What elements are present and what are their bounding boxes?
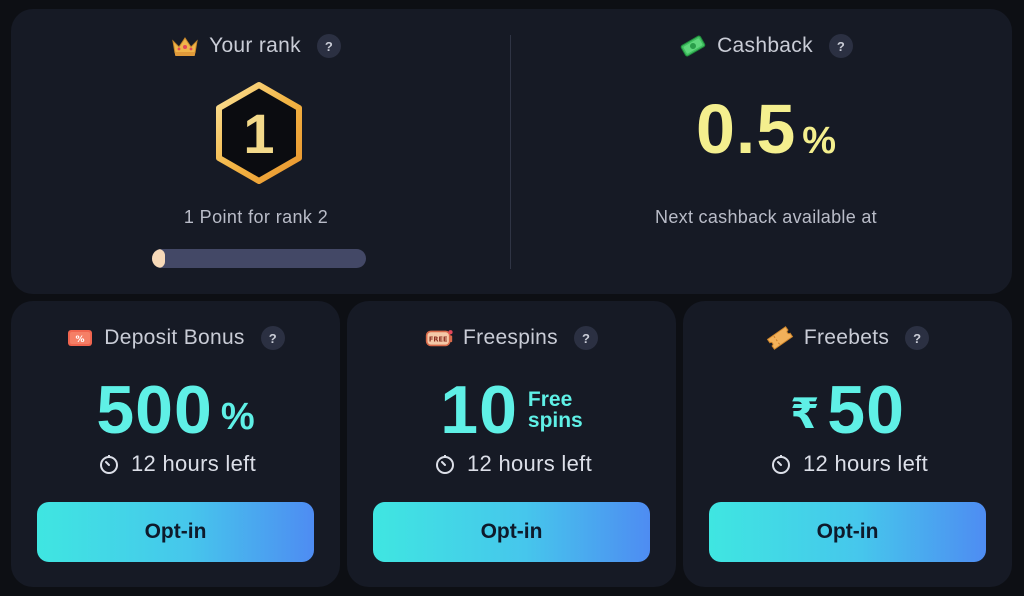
deposit-bonus-header: % Deposit Bonus ? [11, 323, 340, 353]
cashback-unit: % [802, 120, 837, 162]
freespins-amount: 10 Free spins [347, 371, 676, 449]
deposit-bonus-timer-text: 12 hours left [131, 451, 256, 476]
freebets-timer-text: 12 hours left [803, 451, 928, 476]
deposit-bonus-help-icon[interactable]: ? [260, 326, 285, 350]
rank-header: Your rank ? [11, 31, 501, 61]
deposit-bonus-optin-button[interactable]: Opt-in [37, 502, 314, 562]
cash-icon [679, 34, 707, 58]
timer-icon [95, 452, 123, 476]
free-slot-icon: FREE [425, 326, 453, 350]
rank-progress-fill [152, 249, 165, 268]
freespins-label: Freespins [463, 326, 558, 349]
crown-icon [171, 34, 199, 58]
rank-value: 1 [243, 101, 275, 165]
rank-next-text: 1 Point for rank 2 [183, 207, 329, 227]
deposit-bonus-timer: 12 hours left [11, 451, 340, 477]
cashback-header: Cashback ? [521, 31, 1011, 61]
freespins-value: 10 [440, 372, 518, 448]
rank-label: Your rank [209, 34, 301, 57]
freespins-help-icon[interactable]: ? [573, 326, 598, 350]
cashback-next-text: Next cashback available at [655, 207, 877, 227]
deposit-bonus-card: % Deposit Bonus ? 500 % 12 hours left Op… [11, 301, 340, 587]
freespins-card: FREE Freespins ? 10 Free spins 12 hours … [347, 301, 676, 587]
deposit-bonus-amount: 500 % [11, 371, 340, 449]
timer-icon [431, 452, 459, 476]
freebets-card: Freebets ? ₹ 50 12 hours left Opt-in [683, 301, 1012, 587]
rank-progress-bar [152, 249, 366, 268]
cashback-number: 0.5 [695, 90, 797, 168]
freebets-timer: 12 hours left [683, 451, 1012, 477]
cashback-value: 0.5% [521, 89, 1011, 169]
freespins-sub-line1: Free [527, 388, 573, 411]
freebets-value: 50 [827, 372, 905, 448]
freebets-amount: ₹ 50 [683, 371, 1012, 449]
deposit-bonus-unit: % [220, 395, 255, 438]
timer-icon [767, 452, 795, 476]
ticket-icon [766, 326, 794, 350]
deposit-bonus-value: 500 [96, 372, 213, 448]
rank-help-icon[interactable]: ? [316, 34, 341, 58]
cashback-section: Cashback ? 0.5% Next cashback available … [521, 9, 1011, 294]
freebets-header: Freebets ? [683, 323, 1012, 353]
freebets-optin-button[interactable]: Opt-in [709, 502, 986, 562]
deposit-coupon-icon: % [66, 326, 94, 350]
freespins-timer-text: 12 hours left [467, 451, 592, 476]
freespins-header: FREE Freespins ? [347, 323, 676, 353]
freespins-sub-line2: spins [527, 409, 583, 432]
rank-section: Your rank ? 1 1 Point for rank 2 [11, 9, 501, 294]
freespins-optin-button[interactable]: Opt-in [373, 502, 650, 562]
svg-text:%: % [76, 335, 85, 345]
cashback-help-icon[interactable]: ? [828, 34, 853, 58]
rank-cashback-panel: Your rank ? 1 1 Point for rank 2 Cashbac… [11, 9, 1012, 294]
deposit-bonus-label: Deposit Bonus [104, 326, 245, 349]
section-divider [510, 35, 511, 269]
freebets-help-icon[interactable]: ? [905, 326, 930, 350]
freebets-currency: ₹ [790, 389, 820, 437]
cashback-label: Cashback [717, 34, 813, 57]
freespins-timer: 12 hours left [347, 451, 676, 477]
freebets-label: Freebets [803, 326, 890, 349]
freespins-sub: Free spins [528, 389, 583, 431]
free-slot-icon-text: FREE [429, 335, 448, 343]
